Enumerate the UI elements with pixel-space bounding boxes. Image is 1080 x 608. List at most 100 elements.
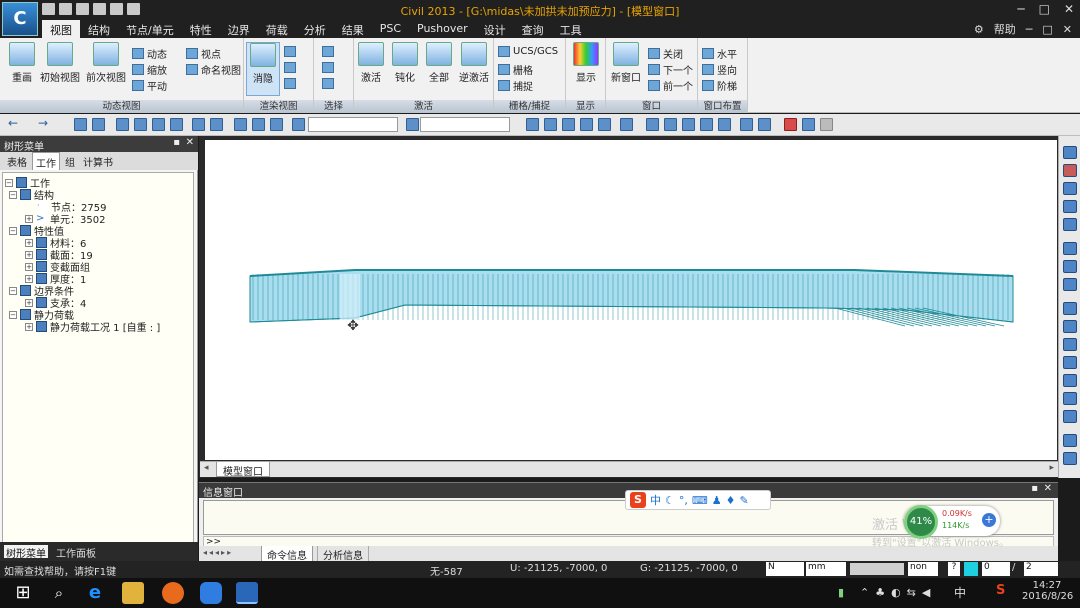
info-pin-icon[interactable]: ▪	[1031, 483, 1038, 494]
tool-icon-14[interactable]	[526, 118, 539, 131]
menu-2[interactable]: 节点/单元	[118, 20, 182, 38]
zoom-out-icon[interactable]	[1063, 200, 1077, 213]
tool-icon-24[interactable]	[718, 118, 731, 131]
tool-icon-8[interactable]	[210, 118, 223, 131]
zoom-window-icon[interactable]	[1063, 164, 1077, 177]
panel-pin-icon[interactable]: ▪	[173, 137, 180, 148]
status-icon-group[interactable]	[850, 563, 904, 575]
tool-icon-11[interactable]	[270, 118, 283, 131]
previous-window-button[interactable]: 前一个	[648, 78, 693, 93]
edge-browser-icon[interactable]: e	[84, 582, 106, 604]
tool-icon-18[interactable]	[598, 118, 611, 131]
front-view-icon[interactable]	[1063, 392, 1077, 405]
tree-node-load-case-1[interactable]: + 静力荷载工况 1 [自重 : ]	[25, 319, 160, 334]
tool-icon-6[interactable]	[170, 118, 183, 131]
collapse-icon[interactable]: −	[9, 190, 17, 199]
scroll-right-icon[interactable]: ▸	[1049, 463, 1054, 473]
tool-icon-12[interactable]	[292, 118, 305, 131]
info-close-icon[interactable]: ✕	[1044, 483, 1052, 494]
tool-icon-4[interactable]	[134, 118, 147, 131]
tile-vertical-button[interactable]: 竖向	[702, 62, 737, 77]
bridge-model[interactable]: ✥	[205, 140, 1057, 460]
select-window-button[interactable]	[322, 62, 334, 73]
tool-icon-21[interactable]	[664, 118, 677, 131]
select-combo-1[interactable]	[308, 117, 398, 132]
length-unit-select[interactable]: mm	[806, 562, 846, 576]
collapse-icon[interactable]: −	[9, 286, 17, 295]
info-nav-icons[interactable]: ◂◂◂▸▸	[203, 548, 233, 557]
viewpoint-button[interactable]: 视点	[186, 46, 221, 61]
expand-icon[interactable]: +	[25, 274, 33, 283]
menu-6[interactable]: 分析	[296, 20, 334, 38]
tool-icon-9[interactable]	[234, 118, 247, 131]
menu-7[interactable]: 结果	[334, 20, 372, 38]
lock-icon[interactable]	[820, 118, 833, 131]
previous-view-button[interactable]: 前次视图	[84, 42, 128, 84]
search-icon[interactable]: ⌕	[48, 582, 70, 604]
midas-civil-taskbar-icon[interactable]	[236, 582, 258, 604]
skin-icon[interactable]: ♦	[726, 494, 736, 507]
render-option-2[interactable]	[284, 62, 296, 73]
tab-group[interactable]: 组	[62, 152, 78, 170]
bottom-view-icon[interactable]	[1063, 338, 1077, 351]
help-question-icon[interactable]: ?	[948, 562, 960, 576]
next-window-button[interactable]: 下一个	[648, 62, 693, 77]
tab-report[interactable]: 计算书	[80, 152, 116, 170]
tool-icon-22[interactable]	[682, 118, 695, 131]
expand-icon[interactable]: +	[25, 262, 33, 271]
tool-icon-19[interactable]	[620, 118, 633, 131]
menu-8[interactable]: PSC	[372, 20, 409, 38]
expand-icon[interactable]: +	[25, 298, 33, 307]
user-icon[interactable]: ♟	[712, 494, 722, 507]
menu-4[interactable]: 边界	[220, 20, 258, 38]
tool-icon-23[interactable]	[700, 118, 713, 131]
named-view-button[interactable]: 命名视图	[186, 62, 241, 77]
activate-all-button[interactable]: 全部	[422, 42, 456, 84]
file-explorer-icon[interactable]	[122, 582, 144, 604]
memory-usage-indicator[interactable]: 41%	[904, 505, 938, 539]
initial-view-button[interactable]: 初始视图	[38, 42, 82, 84]
menu-1[interactable]: 结构	[80, 20, 118, 38]
expand-icon[interactable]: +	[25, 238, 33, 247]
ucs-gcs-button[interactable]: UCS/GCS	[498, 46, 558, 57]
tool-icon-7[interactable]	[192, 118, 205, 131]
plus-icon[interactable]: +	[982, 513, 996, 527]
force-unit-select[interactable]: N	[766, 562, 804, 576]
select-polygon-button[interactable]	[322, 78, 334, 89]
deactivate-button[interactable]: 钝化	[388, 42, 422, 84]
hidden-line-button[interactable]: 消隐	[246, 42, 280, 96]
expand-icon[interactable]: +	[25, 214, 33, 223]
ime-toolbar[interactable]: S 中 ☾ °, ⌨ ♟ ♦ ✎	[625, 490, 771, 510]
activate-button[interactable]: 激活	[354, 42, 388, 84]
menu-0[interactable]: 视图	[42, 20, 80, 38]
render-option-1[interactable]	[284, 46, 296, 57]
close-window-button[interactable]: 关闭	[648, 46, 683, 61]
tab-model-window[interactable]: 模型窗口	[216, 462, 270, 478]
pan-view-icon[interactable]	[1063, 242, 1077, 255]
grid-button[interactable]: 栅格	[498, 62, 533, 77]
top-view-icon[interactable]	[1063, 320, 1077, 333]
model-viewport[interactable]: ✥	[205, 140, 1057, 460]
app-icon-blue[interactable]	[200, 582, 222, 604]
expand-icon[interactable]: +	[25, 250, 33, 259]
menu-12[interactable]: 工具	[552, 20, 590, 38]
dynamic-button[interactable]: 动态	[132, 46, 167, 61]
back-arrow-icon[interactable]: ←	[8, 117, 21, 131]
tool-icon-2[interactable]	[92, 118, 105, 131]
tool-icon-17[interactable]	[580, 118, 593, 131]
tab-work-panel[interactable]: 工作面板	[54, 545, 98, 560]
tool-icon-27[interactable]	[784, 118, 797, 131]
iso-view-icon[interactable]	[1063, 302, 1077, 315]
display-button[interactable]: 显示	[566, 42, 606, 84]
left-view-icon[interactable]	[1063, 356, 1077, 369]
menu-10[interactable]: 设计	[476, 20, 514, 38]
filter-select[interactable]: non	[908, 562, 938, 576]
tab-tree-menu[interactable]: 树形菜单	[4, 545, 48, 560]
collapse-icon[interactable]: −	[9, 310, 17, 319]
minimize-button[interactable]: ─	[1017, 2, 1024, 16]
forward-arrow-icon[interactable]: →	[38, 117, 51, 131]
pan-button[interactable]: 平动	[132, 78, 167, 93]
tool-icon-1[interactable]	[74, 118, 87, 131]
app-icon-orange[interactable]	[162, 582, 184, 604]
windows-start-icon[interactable]: ⊞	[12, 582, 34, 604]
